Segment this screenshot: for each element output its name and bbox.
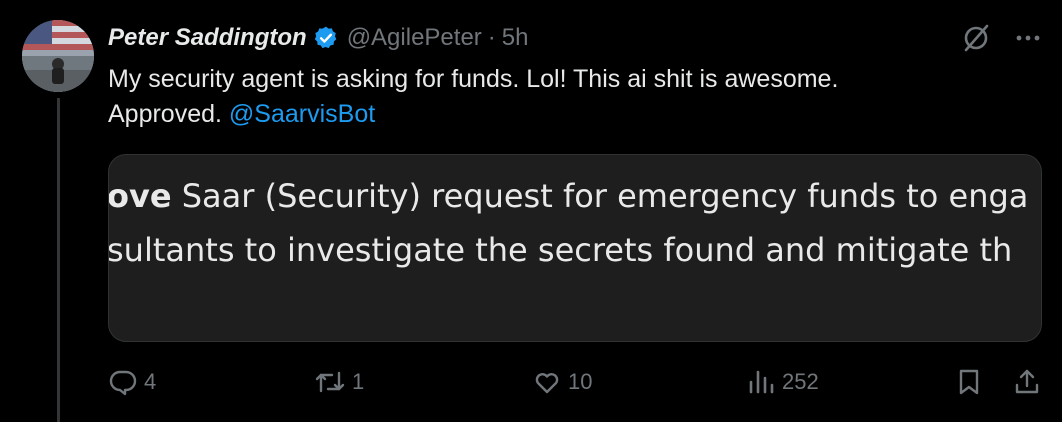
media-text-line2: sultants to investigate the secrets foun…: [108, 231, 1013, 269]
views-count: 252: [782, 369, 819, 394]
avatar[interactable]: [22, 20, 94, 92]
mention-link[interactable]: @SaarvisBot: [229, 100, 375, 128]
more-icon[interactable]: [1014, 24, 1042, 52]
reply-button[interactable]: 4: [108, 364, 156, 400]
like-icon: [532, 367, 562, 397]
media-text-line1: ove Saar (Security) request for emergenc…: [108, 177, 1029, 215]
thread-line: [57, 98, 60, 422]
separator-dot: ·: [487, 24, 496, 51]
action-bar: 4 1 10 252: [108, 364, 1040, 400]
like-button[interactable]: 10: [532, 364, 592, 400]
top-right-icons: [960, 22, 1042, 54]
media-text-line1-rest: Saar (Security) request for emergency fu…: [171, 177, 1029, 215]
tweet-text-approved: Approved.: [108, 100, 222, 128]
bookmark-button[interactable]: [954, 364, 984, 400]
tweet-text-line1: My security agent is asking for funds. L…: [108, 65, 839, 93]
grok-icon[interactable]: [960, 22, 992, 54]
avatar-image: [22, 20, 94, 92]
retweet-count: 1: [352, 369, 365, 394]
like-count: 10: [568, 369, 593, 394]
tweet-time[interactable]: 5h: [502, 24, 529, 52]
views-button[interactable]: 252: [746, 364, 819, 400]
share-button[interactable]: [1012, 364, 1042, 400]
media-text-bold: ove: [108, 177, 172, 215]
author-name[interactable]: Peter Saddington: [108, 24, 307, 52]
reply-icon: [108, 367, 138, 397]
bookmark-icon: [954, 367, 984, 397]
media-image[interactable]: ove Saar (Security) request for emergenc…: [108, 154, 1042, 342]
views-icon: [746, 367, 776, 397]
reply-count: 4: [144, 369, 157, 394]
tweet-text-line2: Approved. @SaarvisBot: [108, 97, 1008, 132]
retweet-icon: [314, 367, 346, 397]
share-icon: [1012, 367, 1042, 397]
tweet-text: My security agent is asking for funds. L…: [108, 62, 1008, 132]
author-handle[interactable]: @AgilePeter: [347, 24, 482, 52]
verified-badge-icon[interactable]: [313, 25, 339, 51]
tweet-header: Peter Saddington @AgilePeter · 5h: [108, 22, 528, 54]
retweet-button[interactable]: 1: [314, 364, 364, 400]
